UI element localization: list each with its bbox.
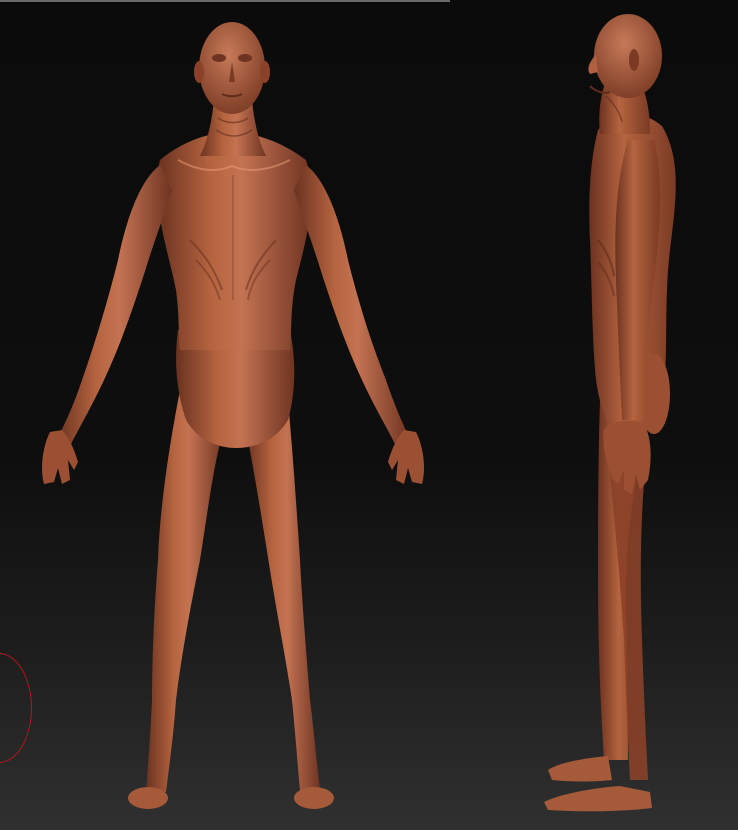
sculpt-viewport[interactable] (0, 0, 738, 830)
side-view-figure (544, 14, 676, 812)
model-canvas (42, 14, 676, 812)
front-view-figure (42, 22, 424, 809)
